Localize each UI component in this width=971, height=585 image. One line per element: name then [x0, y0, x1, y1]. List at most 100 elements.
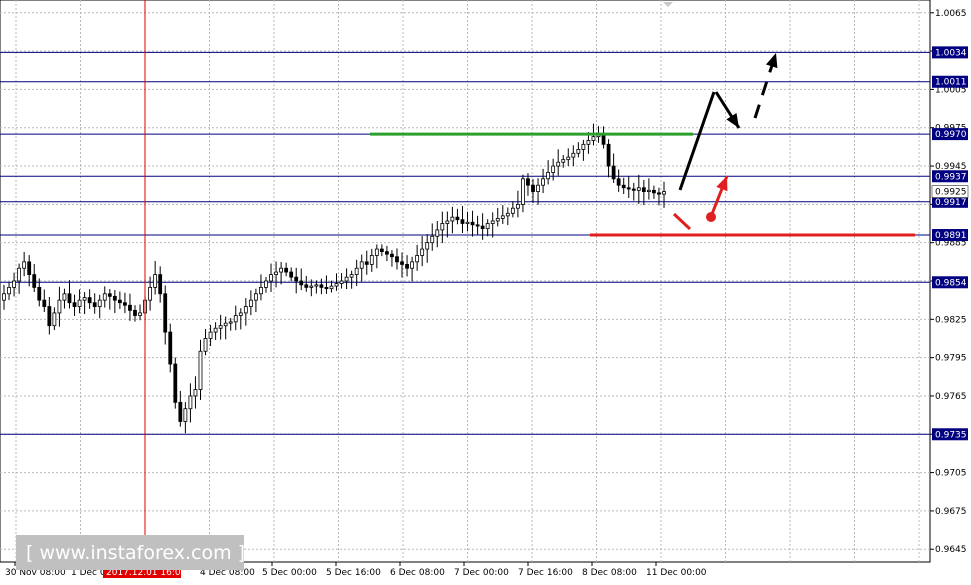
candle-body [369, 255, 374, 265]
level-label: 0.9735 [935, 430, 967, 440]
candle-body [354, 267, 359, 276]
candle-body [430, 235, 435, 244]
candle-body [616, 178, 621, 186]
candle-body [626, 187, 631, 190]
x-tick-label: 11 Dec 00:00 [646, 568, 707, 578]
candle-body [526, 178, 530, 186]
candle-body [168, 331, 173, 365]
level-label: 1.0011 [935, 78, 967, 88]
candle-body [329, 285, 334, 290]
candle-body [450, 216, 455, 222]
candle-body [289, 271, 294, 278]
candle-body [440, 223, 445, 231]
level-label: 0.9970 [935, 130, 967, 140]
candle-body [259, 286, 263, 295]
candle-body [198, 350, 203, 390]
candle-body [77, 299, 82, 307]
candle-body [364, 261, 369, 265]
level-label: 0.9854 [935, 278, 967, 288]
candle-body [385, 251, 389, 255]
candle-body [636, 187, 641, 191]
candle-body [309, 285, 314, 288]
candle-body [32, 274, 37, 288]
candle-body [541, 178, 545, 186]
x-tick-label: 8 Dec 08:00 [582, 568, 637, 578]
y-tick-label: 0.9795 [935, 354, 967, 364]
y-tick-label: 0.9675 [935, 507, 967, 517]
candle-body [228, 321, 233, 324]
candle-body [576, 149, 581, 154]
x-tick-label: 6 Dec 08:00 [390, 568, 445, 578]
candle-body [188, 395, 193, 410]
candle-body [72, 302, 77, 307]
candle-body [12, 280, 16, 288]
candle-body [395, 256, 399, 263]
candle-body [158, 274, 163, 295]
candle-body [571, 152, 576, 158]
candle-body [349, 274, 354, 278]
candle-body [455, 216, 460, 221]
candle-body [546, 172, 551, 180]
candle-body [359, 261, 364, 269]
candle-body [551, 165, 556, 173]
candle-body [183, 408, 188, 422]
candle-body [621, 184, 626, 189]
candle-body [238, 312, 243, 316]
candle-body [591, 136, 596, 141]
candlestick-chart: 1.00651.00050.99750.99450.98850.98250.97… [0, 0, 969, 578]
candle-body [374, 248, 379, 256]
candle-body [102, 293, 107, 301]
candle-body [62, 293, 67, 301]
candle-body [581, 143, 586, 150]
current-price-label: 0.9925 [935, 188, 967, 198]
candle-body [521, 178, 525, 205]
level-label: 0.9917 [935, 198, 967, 208]
candle-body [646, 189, 651, 192]
candle-body [556, 161, 561, 167]
candle-body [7, 286, 11, 295]
candle-body [475, 224, 480, 227]
candle-body [284, 267, 289, 273]
candle-body [415, 255, 420, 263]
candle-body [148, 286, 153, 301]
candle-body [531, 184, 535, 192]
candle-body [92, 302, 97, 307]
candle-body [319, 284, 324, 288]
candle-body [445, 220, 450, 224]
candle-body [601, 133, 606, 145]
candle-body [123, 302, 127, 306]
candle-body [420, 248, 425, 256]
level-label: 1.0034 [935, 48, 967, 58]
candle-body [460, 219, 465, 224]
candle-body [490, 220, 495, 224]
candle-body [178, 401, 183, 422]
candle-body [344, 276, 349, 282]
candle-body [662, 191, 666, 195]
candle-body [223, 322, 228, 327]
candle-body [495, 218, 500, 222]
candle-body [27, 261, 32, 276]
candle-body [425, 242, 430, 250]
candle-body [67, 293, 72, 304]
candle-body [536, 184, 540, 192]
candle-body [57, 299, 62, 314]
candle-body [117, 299, 122, 304]
candle-body [657, 192, 661, 195]
candle-body [606, 143, 611, 167]
candle-body [314, 284, 319, 287]
candle-body [299, 280, 304, 286]
candle-body [97, 299, 102, 307]
candle-body [400, 261, 404, 265]
candle-body [500, 215, 505, 219]
candle-body [107, 293, 112, 297]
candle-body [173, 363, 178, 403]
candle-body [153, 274, 158, 288]
candle-body [47, 306, 52, 327]
y-tick-label: 1.0065 [935, 9, 967, 19]
watermark-logo: [ www.instaforex.com ] [16, 535, 245, 570]
candle-body [203, 338, 208, 352]
candle-body [82, 297, 87, 301]
candle-body [42, 299, 47, 307]
candle-body [435, 229, 440, 237]
candle-body [515, 203, 520, 209]
